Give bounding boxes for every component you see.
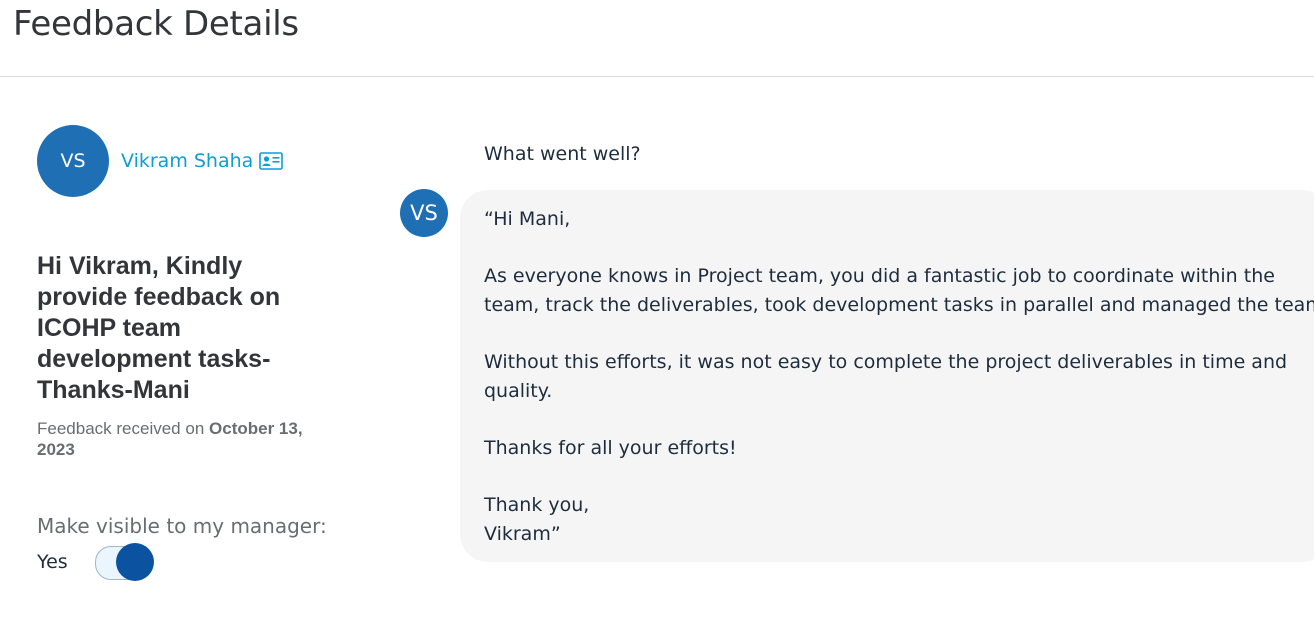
response-line: Vikram” — [484, 522, 561, 545]
feedback-details-page: Feedback Details VS Vikram Shaha Hi Vikr… — [0, 0, 1314, 627]
response-line: quality. — [484, 379, 553, 402]
response-paragraph: Without this efforts, it was not easy to… — [484, 348, 1312, 405]
author-link[interactable]: Vikram Shaha — [121, 150, 284, 172]
author-name[interactable]: Vikram Shaha — [121, 150, 253, 172]
response-line: As everyone knows in Project team, you d… — [484, 265, 1275, 288]
switch-knob[interactable] — [116, 543, 154, 581]
visibility-value-text: Yes — [37, 551, 68, 573]
response-paragraph: “Hi Mani, — [484, 205, 1312, 234]
response-paragraph: Thank you, Vikram” — [484, 491, 1312, 548]
received-prefix: Feedback received on — [37, 419, 205, 438]
feedback-title: Hi Vikram, Kindly provide feedback on IC… — [37, 252, 281, 404]
response-text: “Hi Mani, As everyone knows in Project t… — [484, 205, 1314, 548]
manager-visibility-switch[interactable] — [95, 543, 155, 581]
response-line: Thanks for all your efforts! — [484, 436, 737, 459]
contact-card-icon[interactable] — [259, 152, 284, 170]
page-title: Feedback Details — [13, 4, 299, 44]
response-line: “Hi Mani, — [484, 208, 571, 230]
response-line: team, track the deliverables, took devel… — [484, 293, 1314, 316]
visibility-label: Make visible to my manager: — [37, 514, 327, 538]
response-line: Without this efforts, it was not easy to… — [484, 350, 1288, 373]
response-line: Thank you, — [484, 493, 590, 516]
feedback-received-info: Feedback received on October 13, 2023 — [37, 418, 337, 460]
author-avatar[interactable]: VS — [37, 125, 109, 197]
visibility-toggle-row: Yes — [37, 543, 155, 581]
response-paragraph: Thanks for all your efforts! — [484, 434, 1312, 463]
header-divider — [0, 76, 1314, 77]
feedback-question: What went well? — [484, 143, 641, 165]
responder-avatar[interactable]: VS — [400, 189, 448, 237]
response-paragraph: As everyone knows in Project team, you d… — [484, 262, 1314, 319]
